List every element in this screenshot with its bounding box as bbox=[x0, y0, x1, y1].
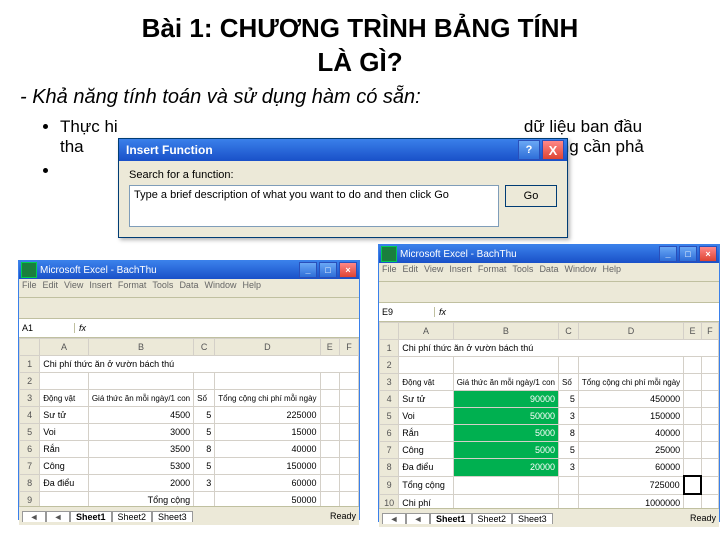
search-label: Search for a function: bbox=[129, 169, 557, 181]
menu-bar[interactable]: FileEditViewInsertFormatToolsDataWindowH… bbox=[379, 263, 719, 282]
name-box[interactable]: E9 bbox=[379, 307, 435, 317]
slide-subtitle: - Khả năng tính toán và sử dụng hàm có s… bbox=[20, 86, 720, 109]
toolbar[interactable] bbox=[379, 282, 719, 303]
status-bar: ◄◄ Sheet1 Sheet2 Sheet3 Ready bbox=[379, 508, 719, 527]
menu-bar[interactable]: FileEditViewInsertFormatToolsDataWindowH… bbox=[19, 279, 359, 298]
fx-icon[interactable]: fx bbox=[75, 323, 90, 333]
status-text: Ready bbox=[330, 511, 356, 521]
close-button[interactable]: × bbox=[699, 246, 717, 262]
minimize-button[interactable]: _ bbox=[299, 262, 317, 278]
excel-title: Microsoft Excel - BachThu bbox=[397, 249, 657, 260]
dialog-titlebar[interactable]: Insert Function ? X bbox=[119, 139, 567, 161]
slide-title: Bài 1: CHƯƠNG TRÌNH BẢNG TÍNHLÀ GÌ? bbox=[0, 12, 720, 80]
excel-title: Microsoft Excel - BachThu bbox=[37, 265, 297, 276]
status-text: Ready bbox=[690, 513, 716, 523]
excel-window-right: Microsoft Excel - BachThu _ □ × FileEdit… bbox=[378, 244, 720, 522]
excel-icon bbox=[381, 246, 397, 262]
formula-bar[interactable]: E9 fx bbox=[379, 303, 719, 322]
name-box[interactable]: A1 bbox=[19, 323, 75, 333]
minimize-button[interactable]: _ bbox=[659, 246, 677, 262]
status-bar: ◄◄ Sheet1 Sheet2 Sheet3 Ready bbox=[19, 506, 359, 525]
close-button[interactable]: X bbox=[542, 140, 564, 160]
excel-titlebar[interactable]: Microsoft Excel - BachThu _ □ × bbox=[19, 261, 359, 279]
maximize-button[interactable]: □ bbox=[319, 262, 337, 278]
excel-window-left: Microsoft Excel - BachThu _ □ × FileEdit… bbox=[18, 260, 360, 520]
go-button[interactable]: Go bbox=[505, 185, 557, 207]
help-button[interactable]: ? bbox=[518, 140, 540, 160]
insert-function-dialog: Insert Function ? X Search for a functio… bbox=[118, 138, 568, 238]
excel-icon bbox=[21, 262, 37, 278]
sheet-tabs[interactable]: ◄◄ Sheet1 Sheet2 Sheet3 bbox=[22, 511, 193, 522]
worksheet-grid[interactable]: ABCDEF1Chi phí thức ăn ở vườn bách thú23… bbox=[19, 338, 359, 506]
close-button[interactable]: × bbox=[339, 262, 357, 278]
maximize-button[interactable]: □ bbox=[679, 246, 697, 262]
toolbar[interactable] bbox=[19, 298, 359, 319]
worksheet-grid[interactable]: ABCDEF1Chi phí thức ăn ở vườn bách thú23… bbox=[379, 322, 719, 508]
fx-icon[interactable]: fx bbox=[435, 307, 450, 317]
search-textarea[interactable]: Type a brief description of what you wan… bbox=[129, 185, 499, 227]
sheet-tabs[interactable]: ◄◄ Sheet1 Sheet2 Sheet3 bbox=[382, 513, 553, 524]
excel-titlebar[interactable]: Microsoft Excel - BachThu _ □ × bbox=[379, 245, 719, 263]
dialog-title: Insert Function bbox=[122, 143, 516, 157]
formula-bar[interactable]: A1 fx bbox=[19, 319, 359, 338]
